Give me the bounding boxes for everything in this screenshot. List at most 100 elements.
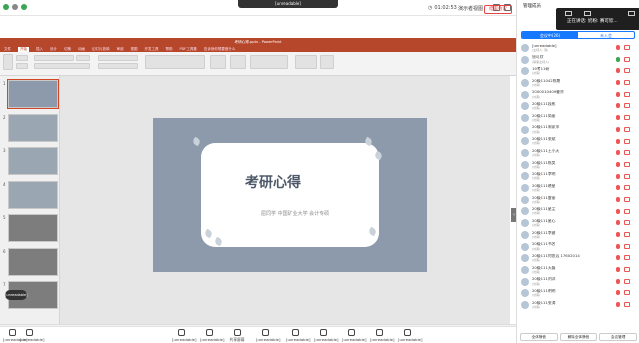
camera-icon[interactable] (624, 138, 630, 144)
speaker-view-icon[interactable] (584, 11, 591, 16)
participant-row[interactable]: 20级111晓星 (访客) (517, 182, 639, 194)
mic-icon[interactable] (616, 220, 620, 226)
quick-styles-button[interactable] (230, 55, 246, 69)
menu-item[interactable]: 切换 (64, 47, 71, 52)
mic-icon[interactable] (616, 290, 620, 296)
mic-icon[interactable] (616, 278, 620, 284)
mic-icon[interactable] (616, 243, 620, 249)
mic-icon[interactable] (616, 208, 620, 214)
participant-row[interactable]: 2000010409曹亦 (访客) (517, 89, 639, 101)
more-button[interactable]: [unreadable] (398, 329, 422, 342)
participant-row[interactable]: 20级111星心 (访客) (517, 217, 639, 229)
participant-row[interactable]: 20级111何思远 17602014 (访客) (517, 252, 639, 264)
menu-item[interactable]: 设计 (50, 47, 57, 52)
panel-button-2[interactable]: 会议管理 (599, 332, 638, 341)
font-size-select[interactable] (76, 55, 90, 61)
view-mode-button[interactable]: 演示者视图 (458, 5, 483, 12)
participant-row[interactable]: 20级111星尘 (访客) (517, 206, 639, 218)
menu-item[interactable]: 幻灯片放映 (92, 47, 110, 52)
mic-icon[interactable] (616, 302, 620, 308)
share-screen-button[interactable]: 共享屏幕 (228, 329, 246, 343)
participant-row[interactable]: [unreadable] (主持人, 我) (517, 42, 639, 54)
end-meeting-button[interactable]: 结束会议 (484, 5, 512, 14)
security-button[interactable]: [unreadable] (172, 329, 196, 342)
camera-icon[interactable] (624, 232, 630, 237)
panel-button-0[interactable]: 全体静音 (520, 332, 558, 341)
participant-row[interactable]: 20级111陈昊 (访客) (517, 159, 639, 171)
align-buttons[interactable] (98, 63, 138, 69)
participant-row[interactable]: 20级111段彬 (访客) (517, 100, 639, 112)
menu-item[interactable]: 视图 (131, 47, 138, 52)
mic-icon[interactable] (616, 173, 620, 179)
mic-icon[interactable] (616, 138, 620, 144)
members-button[interactable]: [unreadable] (200, 329, 224, 342)
camera-icon[interactable] (624, 220, 630, 226)
menu-item[interactable]: 开始 (18, 46, 29, 52)
mic-icon[interactable] (616, 115, 620, 121)
font-select[interactable] (34, 55, 74, 61)
grid-view-icon[interactable] (565, 11, 572, 16)
expand-icon[interactable] (628, 11, 635, 16)
tab-0[interactable]: 会议中(26) (522, 32, 578, 38)
mute-button[interactable]: [unreadable] (3, 329, 27, 342)
find-replace-button[interactable] (295, 55, 317, 69)
panel-button-1[interactable]: 解除全体静音 (559, 332, 598, 341)
slide-thumbnail[interactable]: 5 (3, 214, 58, 242)
participant-row[interactable]: 20级111张涛 (访客) (517, 299, 639, 311)
camera-icon[interactable] (624, 68, 630, 74)
design-ideas-button[interactable] (320, 55, 334, 69)
camera-icon[interactable] (624, 56, 630, 62)
current-slide[interactable]: 考研心得 屈同学 中国矿业大学 会计专硕 (153, 118, 427, 272)
participant-row[interactable]: 19考11研 (访客) (517, 65, 639, 77)
slide-thumbnail[interactable]: 3 (3, 147, 58, 175)
participant-row[interactable]: 20级111刘洋 (访客) (517, 276, 639, 288)
camera-icon[interactable] (624, 115, 630, 121)
participant-row[interactable]: 20级111雷丽 (访客) (517, 194, 639, 206)
mic-icon[interactable] (616, 232, 620, 237)
camera-icon[interactable] (624, 185, 630, 191)
menu-item[interactable]: PDF工具集 (180, 47, 197, 52)
mic-icon[interactable] (616, 267, 620, 273)
mic-icon[interactable] (616, 126, 620, 132)
camera-icon[interactable] (624, 208, 630, 214)
mic-icon[interactable] (616, 103, 620, 109)
chat-button[interactable]: [unreadable] (286, 329, 310, 342)
arrange-button[interactable] (210, 55, 226, 69)
participant-row[interactable]: 20级111王小天 (访客) (517, 147, 639, 159)
camera-icon[interactable] (624, 255, 630, 261)
participant-row[interactable]: 20级111李建 (访客) (517, 229, 639, 241)
floating-control[interactable]: [unreadable] (5, 290, 28, 300)
font-format-buttons[interactable] (34, 63, 90, 69)
mic-icon[interactable] (616, 56, 620, 62)
camera-icon[interactable] (624, 278, 630, 284)
menu-item[interactable]: 帮助 (166, 47, 173, 52)
participant-row[interactable]: 20级111简丽 (访客) (517, 112, 639, 124)
camera-icon[interactable] (624, 80, 630, 86)
menu-item[interactable]: 动画 (78, 47, 85, 52)
record-button[interactable]: [unreadable] (256, 329, 280, 342)
new-slide-button[interactable] (16, 55, 28, 61)
camera-icon[interactable] (624, 91, 630, 97)
mic-icon[interactable] (616, 150, 620, 156)
camera-icon[interactable] (624, 126, 630, 132)
layout-button[interactable] (16, 63, 28, 69)
camera-icon[interactable] (624, 150, 630, 156)
mic-icon[interactable] (616, 91, 620, 97)
video-button[interactable]: [unreadable] (20, 329, 44, 342)
camera-icon[interactable] (624, 196, 630, 202)
camera-icon[interactable] (624, 161, 630, 167)
slide-thumbnail[interactable]: 2 (3, 113, 58, 142)
mic-icon[interactable] (616, 185, 620, 191)
mic-icon[interactable] (616, 80, 620, 86)
menu-item[interactable]: 开发工具 (145, 47, 159, 52)
mic-icon[interactable] (616, 45, 620, 50)
participant-row[interactable]: 20级111李明 (访客) (517, 171, 639, 183)
participant-row[interactable]: 20级111天磊 (访客) (517, 264, 639, 276)
participant-row[interactable]: 20级111周家萍 (访客) (517, 124, 639, 136)
camera-icon[interactable] (624, 45, 630, 50)
participant-row[interactable]: 20级11042陈期 (访客) (517, 77, 639, 89)
mic-icon[interactable] (616, 196, 620, 202)
camera-icon[interactable] (624, 302, 630, 308)
menu-item[interactable]: 告诉我你想要做什么 (204, 47, 236, 52)
camera-icon[interactable] (624, 173, 630, 179)
